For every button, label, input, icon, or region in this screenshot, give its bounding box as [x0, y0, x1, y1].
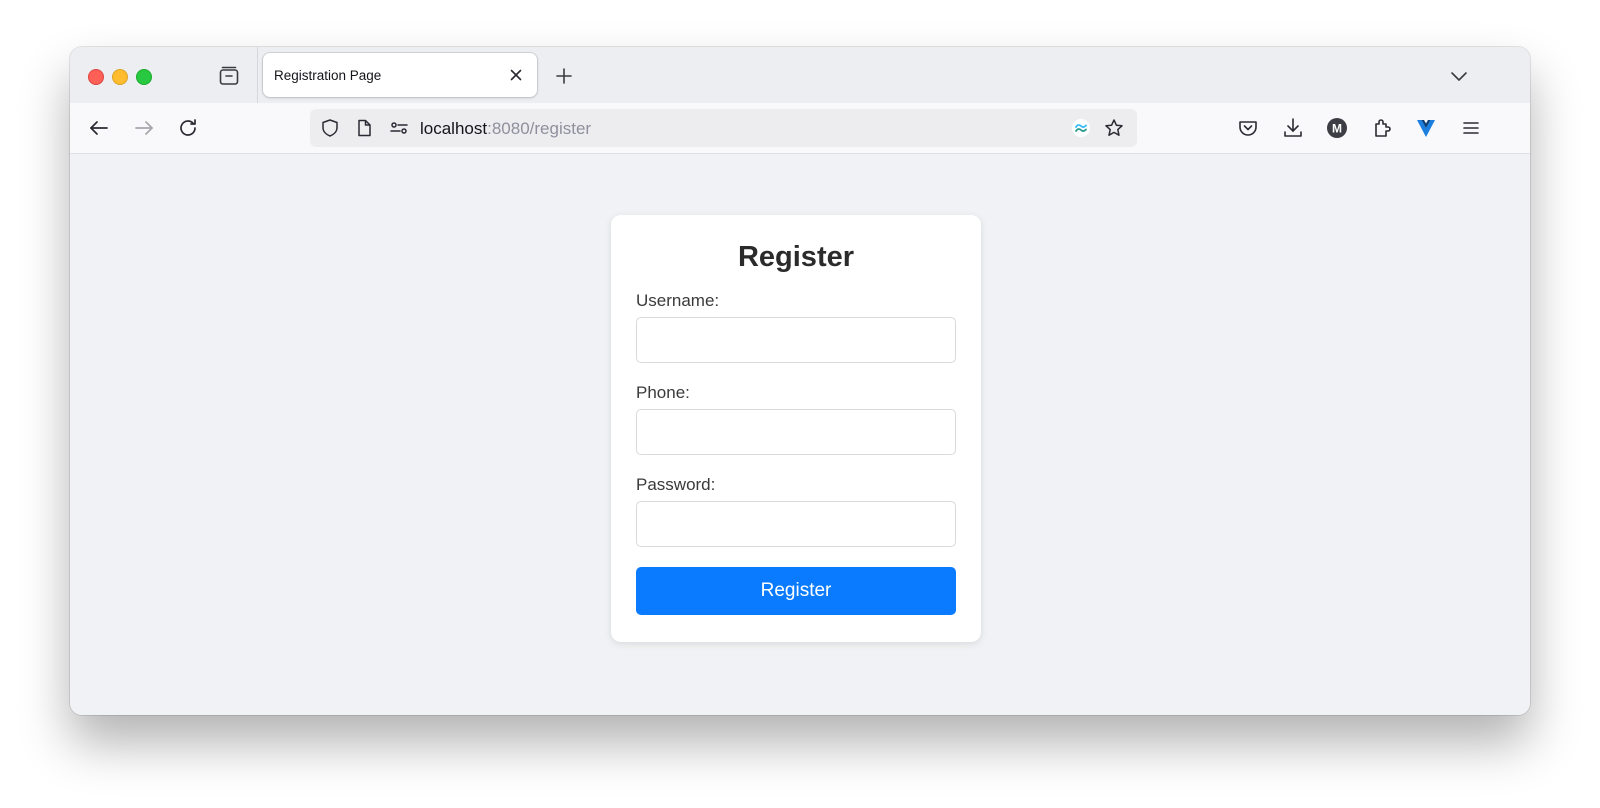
tab-divider [257, 47, 258, 103]
window-close-button[interactable] [88, 69, 104, 85]
url-path: :8080/register [487, 119, 592, 138]
window-minimize-button[interactable] [112, 69, 128, 85]
shield-icon[interactable] [320, 118, 340, 138]
tab-registration-page[interactable]: Registration Page [263, 53, 537, 97]
password-label: Password: [636, 475, 716, 494]
phone-label: Phone: [636, 383, 690, 402]
register-button[interactable]: Register [636, 567, 956, 615]
forward-icon[interactable] [132, 116, 156, 140]
username-input[interactable] [636, 317, 956, 363]
browser-window: Registration Page localhost:8080/registe… [70, 47, 1530, 715]
account-avatar-icon[interactable]: M [1325, 116, 1349, 140]
page-content: Register Username: Phone: Password: Regi… [70, 154, 1530, 715]
page-icon[interactable] [354, 118, 374, 138]
vue-devtools-icon[interactable] [1414, 116, 1438, 140]
form-title: Register [737, 241, 855, 273]
bookmark-star-icon[interactable] [1104, 118, 1124, 138]
list-all-tabs-icon[interactable] [1448, 65, 1470, 87]
url-text[interactable]: localhost:8080/register [420, 119, 591, 139]
avatar-letter: M [1332, 122, 1342, 136]
pocket-icon[interactable] [1236, 116, 1260, 140]
downloads-icon[interactable] [1281, 116, 1305, 140]
password-input[interactable] [636, 501, 956, 547]
window-maximize-button[interactable] [136, 69, 152, 85]
phone-input[interactable] [636, 409, 956, 455]
back-icon[interactable] [87, 116, 111, 140]
username-label: Username: [636, 291, 720, 310]
navigation-toolbar: localhost:8080/register M [70, 103, 1530, 154]
reload-icon[interactable] [176, 116, 200, 140]
menu-icon[interactable] [1459, 116, 1483, 140]
tab-strip: Registration Page [70, 47, 1530, 103]
url-host: localhost [420, 119, 488, 138]
new-tab-icon[interactable] [553, 65, 575, 87]
extensions-icon[interactable] [1370, 116, 1394, 140]
close-tab-icon[interactable] [506, 65, 526, 85]
permissions-icon[interactable] [389, 118, 409, 138]
tailwind-extension-icon[interactable] [1071, 118, 1091, 138]
address-bar[interactable]: localhost:8080/register [310, 109, 1137, 147]
firefox-view-icon[interactable] [218, 65, 240, 87]
tab-title: Registration Page [274, 68, 382, 83]
register-card: Register Username: Phone: Password: Regi… [611, 215, 981, 642]
